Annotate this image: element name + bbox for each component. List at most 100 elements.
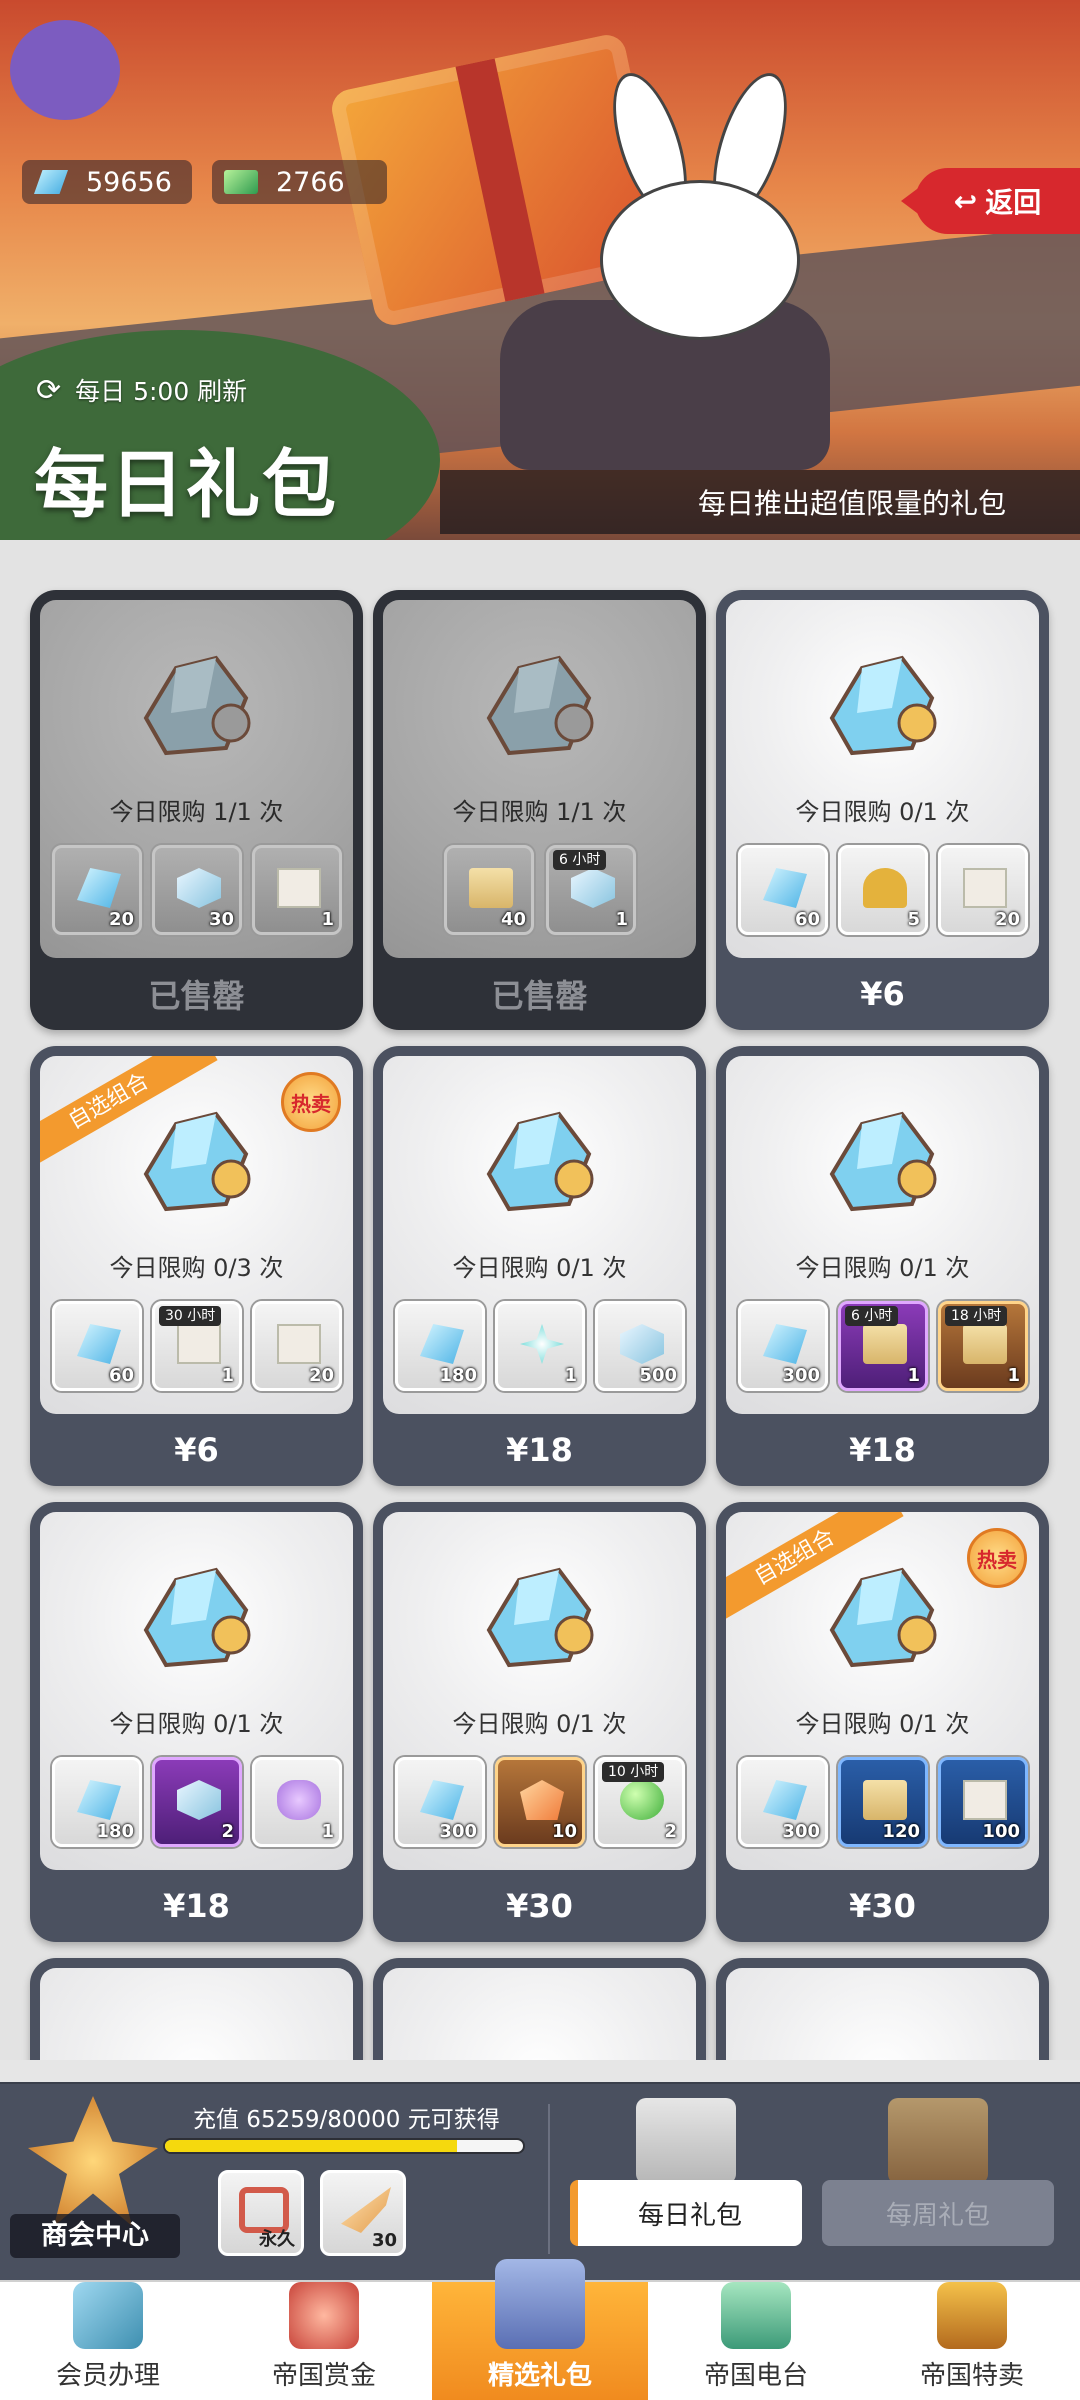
flower-icon [520,1324,564,1364]
gem-icon [34,170,68,194]
purchase-limit-text: 今日限购 0/1 次 [795,798,970,826]
gift-pack-body: 自选组合 热卖 今日限购 0/3 次 60 30 小时 1 20 [40,1056,353,1414]
bunny-illustration [580,64,820,350]
gift-pack-card[interactable]: 今日限购 1/1 次 20 30 1 已售罄 [30,590,363,1030]
price-label[interactable]: ¥30 [373,1876,706,1936]
reward-item[interactable]: 5 [838,845,928,935]
reward-item[interactable]: 40 [444,845,534,935]
nav-label: 精选礼包 [487,2361,592,2391]
reward-item[interactable]: 300 [738,1757,828,1847]
cash-counter[interactable]: 2766 [212,160,387,204]
refresh-text: 每日 5:00 刷新 [75,377,248,406]
gift-pack-items: 180 1 500 [395,1301,685,1391]
gift-pack-body: 今日限购 0/1 次 300 10 10 小时 2 [383,1512,696,1870]
reward-item[interactable]: 1 [252,845,342,935]
reward-item[interactable]: 2 [152,1757,242,1847]
gift-pack-card[interactable]: 自选组合 热卖 今日限购 0/1 次 300 120 100 ¥30 [716,1502,1049,1942]
gift-pack-card[interactable]: 今日限购 0/1 次 60 5 20 ¥6 [716,590,1049,1030]
gift-pack-card-partial[interactable] [30,1958,363,2060]
tab-daily-gift[interactable]: 每日礼包 [570,2180,802,2246]
gift-pack-illustration [116,1540,276,1680]
reward-item[interactable]: 180 [52,1757,142,1847]
reward-item[interactable]: 60 [738,845,828,935]
reward-frame[interactable]: 永久 [218,2170,304,2256]
item-count: 100 [982,1821,1020,1842]
reward-item[interactable]: 120 [838,1757,928,1847]
gem-icon [763,1324,807,1364]
gift-pack-body [40,1968,353,2060]
treasure-chest-icon [937,2282,1007,2349]
reward-item[interactable]: 30 [152,845,242,935]
page-subtitle-text: 每日推出超值限量的礼包 [697,487,1006,520]
gold-book-icon [963,1324,1007,1364]
gift-pack-illustration [459,628,619,768]
gift-pack-body [726,1968,1039,2060]
gift-pack-card-partial[interactable] [373,1958,706,2060]
gem-counter[interactable]: 59656 [22,160,192,204]
price-label[interactable]: ¥18 [30,1876,363,1936]
gift-pack-card[interactable]: 今日限购 0/1 次 300 6 小时 1 18 小时 1 ¥18 [716,1046,1049,1486]
price-label[interactable]: ¥18 [373,1420,706,1480]
reward-item[interactable]: 180 [395,1301,485,1391]
price-label[interactable]: ¥6 [30,1420,363,1480]
chamber-of-commerce-button[interactable]: 商会中心 [10,2086,180,2266]
reward-item[interactable]: 500 [595,1301,685,1391]
gift-pack-card[interactable]: 今日限购 0/1 次 180 2 1 ¥18 [30,1502,363,1942]
cube-icon [620,1324,664,1364]
gift-pack-card-partial[interactable] [716,1958,1049,2060]
time-limit-tag: 10 小时 [602,1762,665,1782]
item-count: 1 [1007,1365,1020,1386]
reward-wing[interactable]: 30 [320,2170,406,2256]
gift-pack-body: 今日限购 0/1 次 300 6 小时 1 18 小时 1 [726,1056,1039,1414]
gift-pack-illustration [802,628,962,768]
gift-pack-body: 今日限购 1/1 次 20 30 1 [40,600,353,958]
reward-item[interactable]: 20 [52,845,142,935]
time-limit-tag: 30 小时 [159,1306,222,1326]
nav-bounty[interactable]: 帝国赏金 [216,2282,432,2400]
price-label[interactable]: ¥18 [716,1420,1049,1480]
reward-item[interactable]: 6 小时 1 [546,845,636,935]
reward-item[interactable]: 10 [495,1757,585,1847]
price-label[interactable]: ¥30 [716,1876,1049,1936]
gift-pack-card[interactable]: 自选组合 热卖 今日限购 0/3 次 60 30 小时 1 20 ¥6 [30,1046,363,1486]
gift-pack-illustration [459,1084,619,1224]
reward-item[interactable]: 20 [252,1301,342,1391]
hot-sale-badge: 热卖 [967,1528,1027,1588]
reward-item[interactable]: 1 [495,1301,585,1391]
reward-item[interactable]: 20 [938,845,1028,935]
reward-item[interactable]: 10 小时 2 [595,1757,685,1847]
tab-weekly-gift[interactable]: 每周礼包 [822,2180,1054,2246]
gift-pack-body: 自选组合 热卖 今日限购 0/1 次 300 120 100 [726,1512,1039,1870]
gift-pack-card[interactable]: 今日限购 1/1 次 40 6 小时 1 已售罄 [373,590,706,1030]
reward-item[interactable]: 30 小时 1 [152,1301,242,1391]
gift-pack-body: 今日限购 0/1 次 180 1 500 [383,1056,696,1414]
reward-item[interactable]: 60 [52,1301,142,1391]
reward-item[interactable]: 1 [252,1757,342,1847]
back-button[interactable]: ↩ 返回 [915,168,1080,234]
potion-icon [277,1780,321,1820]
gift-pack-card[interactable]: 今日限购 0/1 次 180 1 500 ¥18 [373,1046,706,1486]
nav-radio[interactable]: 帝国电台 [648,2282,864,2400]
gem-amount: 59656 [86,166,172,198]
gift-pack-illustration [802,1540,962,1680]
gem-icon [77,1780,121,1820]
reward-item[interactable]: 300 [738,1301,828,1391]
nav-sale[interactable]: 帝国特卖 [864,2282,1080,2400]
gift-pack-items: 20 30 1 [52,845,342,935]
item-count: 300 [782,1821,820,1842]
reward-item[interactable]: 300 [395,1757,485,1847]
reward-item[interactable]: 18 小时 1 [938,1301,1028,1391]
item-count: 1 [564,1365,577,1386]
purchase-limit-text: 今日限购 0/1 次 [109,1710,284,1738]
item-count: 1 [221,1365,234,1386]
gift-pack-card[interactable]: 今日限购 0/1 次 300 10 10 小时 2 ¥30 [373,1502,706,1942]
reward-item[interactable]: 6 小时 1 [838,1301,928,1391]
radio-icon [721,2282,791,2349]
reward-item[interactable]: 100 [938,1757,1028,1847]
nav-member[interactable]: 会员办理 [0,2282,216,2400]
price-label[interactable]: ¥6 [716,964,1049,1024]
nav-gift-packs[interactable]: 精选礼包 [432,2259,648,2400]
cube-icon [571,868,615,908]
item-count: 60 [794,909,820,930]
member-card-icon [73,2282,143,2349]
